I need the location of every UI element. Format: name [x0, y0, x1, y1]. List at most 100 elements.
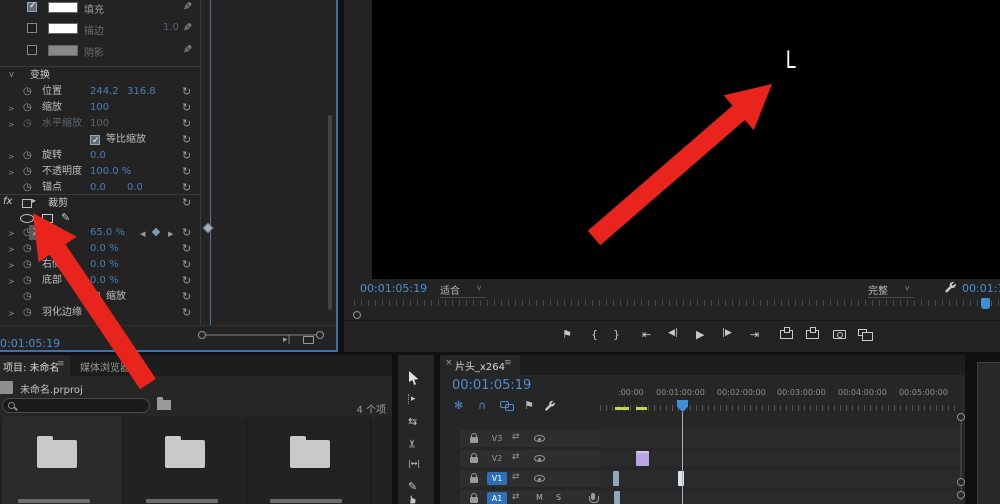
solo-button[interactable]: S	[556, 493, 561, 502]
scroll-handle[interactable]	[957, 413, 965, 421]
time-ruler[interactable]	[600, 405, 960, 411]
scroll-handle[interactable]	[957, 491, 965, 499]
eyedropper-icon[interactable]: ✎	[183, 43, 192, 56]
eyedropper-icon[interactable]: ✎	[183, 0, 192, 13]
timeline-settings-wrench-icon[interactable]	[544, 400, 556, 412]
track-target-v3[interactable]: V3	[487, 432, 507, 445]
stopwatch-icon[interactable]: ◷	[23, 273, 32, 288]
bin-folder-icon[interactable]	[290, 440, 330, 468]
linked-selection-icon[interactable]	[500, 401, 513, 410]
stopwatch-icon[interactable]: ◷	[23, 305, 32, 320]
reset-icon[interactable]: ↺	[182, 289, 191, 304]
shadow-color-swatch[interactable]	[48, 45, 78, 56]
chevron-right-icon[interactable]: >	[8, 226, 15, 241]
mute-button[interactable]: M	[536, 493, 543, 502]
stopwatch-icon[interactable]: ◷	[23, 164, 32, 179]
ellipse-mask-icon[interactable]	[20, 214, 34, 223]
chevron-right-icon[interactable]: >	[8, 101, 15, 116]
reset-icon[interactable]: ↺	[182, 164, 191, 179]
uniform-scale-checkbox[interactable]	[90, 135, 100, 145]
lock-icon[interactable]	[470, 477, 478, 483]
comparison-view-button[interactable]	[858, 329, 867, 336]
stopwatch-icon[interactable]: ◷	[23, 148, 32, 163]
reset-icon[interactable]: ↺	[182, 273, 191, 288]
add-marker-icon[interactable]: ⚑	[562, 328, 572, 341]
crop-right-value[interactable]: 0.0 %	[90, 257, 119, 272]
stroke-color-swatch[interactable]	[48, 23, 78, 34]
timeline-playhead-line[interactable]	[682, 412, 683, 504]
track-content[interactable]	[600, 450, 960, 467]
add-keyframe-icon[interactable]	[152, 228, 160, 236]
video-clip[interactable]	[613, 471, 619, 486]
go-to-out-button[interactable]: ⇥	[750, 328, 759, 341]
new-bin-icon[interactable]	[157, 400, 171, 410]
zoom-handle-right[interactable]	[316, 331, 324, 339]
position-x-value[interactable]: 244.2	[90, 84, 119, 99]
playback-resolution-dropdown[interactable]: 完整 >	[868, 282, 914, 298]
fill-checkbox[interactable]	[27, 2, 37, 12]
anchor-x-value[interactable]: 0.0	[90, 180, 106, 195]
stopwatch-icon[interactable]: ◷	[23, 180, 32, 195]
track-target-v1[interactable]: V1	[487, 472, 507, 485]
zoom-level-dropdown[interactable]: 适合 >	[440, 282, 486, 298]
opacity-value[interactable]: 100.0 %	[90, 164, 131, 179]
panel-menu-icon[interactable]: ≡	[504, 358, 512, 368]
chevron-right-icon[interactable]: >	[8, 306, 15, 321]
sync-lock-icon[interactable]: ⇄	[512, 492, 520, 502]
pen-mask-icon[interactable]: ✎	[61, 211, 70, 224]
sequence-marker[interactable]	[636, 407, 647, 410]
eyedropper-icon[interactable]: ✎	[183, 21, 192, 34]
sync-lock-icon[interactable]: ⇄	[512, 452, 520, 462]
reset-icon[interactable]: ↺	[182, 241, 191, 256]
mark-out-button[interactable]: }	[613, 328, 620, 341]
razor-tool[interactable]: ✂	[406, 439, 419, 448]
chevron-down-icon[interactable]: >	[7, 71, 16, 78]
crop-effect-header[interactable]: fx 裁剪 ↺	[0, 196, 200, 211]
export-frame-button[interactable]	[833, 330, 846, 339]
close-icon[interactable]: ×	[445, 358, 453, 368]
slip-tool[interactable]: |↔|	[408, 459, 420, 468]
monitor-timecode[interactable]: 00:01:05:19	[360, 282, 427, 295]
effect-keyframe-timeline[interactable]	[200, 0, 336, 325]
fill-color-swatch[interactable]	[48, 2, 78, 13]
bin-folder-icon[interactable]	[165, 440, 205, 468]
stopwatch-icon[interactable]: ◷	[23, 289, 32, 304]
lift-button[interactable]	[780, 330, 793, 339]
ripple-edit-tool[interactable]: ⇆	[408, 415, 417, 428]
project-file-name[interactable]: 未命名.prproj	[20, 381, 83, 396]
reset-icon[interactable]: ↺	[182, 196, 191, 209]
stroke-checkbox[interactable]	[27, 23, 37, 33]
monitor-scrub-ruler[interactable]	[354, 300, 1000, 306]
panel-menu-icon[interactable]: ≡	[57, 359, 65, 369]
program-video-frame[interactable]: L	[372, 0, 1000, 279]
hand-tool[interactable]: ☛	[406, 495, 419, 504]
keyframe-diamond[interactable]	[202, 222, 213, 233]
reset-icon[interactable]: ↺	[182, 305, 191, 320]
search-input[interactable]	[2, 398, 150, 413]
effect-timeline-playhead[interactable]	[210, 0, 211, 325]
zoom-handle-left[interactable]	[198, 331, 206, 339]
lock-icon[interactable]	[470, 497, 478, 503]
track-select-forward-tool[interactable]: ▸	[408, 394, 416, 404]
monitor-playhead[interactable]	[981, 298, 990, 309]
reset-icon[interactable]: ↺	[182, 132, 191, 147]
chevron-right-icon[interactable]: >	[8, 149, 15, 164]
track-target-v2[interactable]: V2	[487, 452, 507, 465]
monitor-zoom-handle[interactable]	[353, 311, 361, 319]
stopwatch-icon[interactable]: ◷	[23, 257, 32, 272]
timeline-vertical-scrollbar[interactable]	[960, 416, 962, 501]
track-output-eye-icon[interactable]	[534, 455, 545, 462]
lock-icon[interactable]	[470, 457, 478, 463]
go-to-in-button[interactable]: ⇤	[642, 328, 651, 341]
track-content[interactable]	[600, 470, 960, 487]
chevron-right-icon[interactable]: >	[8, 165, 15, 180]
reset-icon[interactable]: ↺	[182, 180, 191, 195]
snap-magnet-icon[interactable]: ∩	[478, 399, 486, 412]
crop-left-value[interactable]: 65.0 %	[90, 225, 125, 240]
track-target-a1[interactable]: A1	[487, 492, 507, 504]
shadow-checkbox[interactable]	[27, 45, 37, 55]
chevron-right-icon[interactable]: >	[8, 258, 15, 273]
next-keyframe-icon[interactable]: ▶	[168, 227, 173, 242]
reset-icon[interactable]: ↺	[182, 84, 191, 99]
sync-lock-icon[interactable]: ⇄	[512, 472, 520, 482]
